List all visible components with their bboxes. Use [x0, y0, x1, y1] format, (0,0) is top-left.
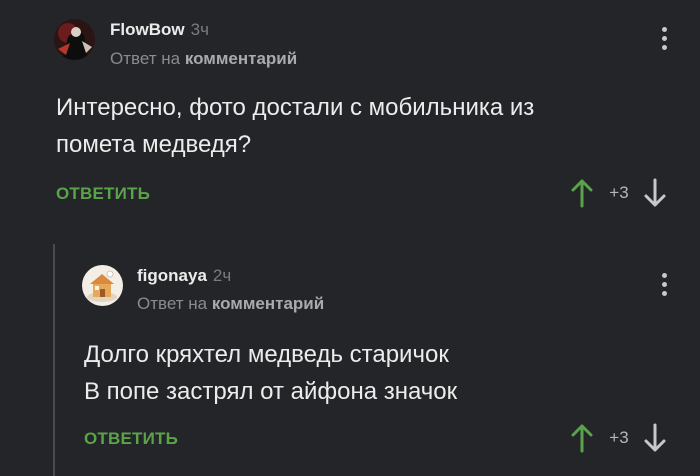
more-options-icon[interactable]: [654, 269, 674, 299]
reply-target-link[interactable]: комментарий: [185, 49, 297, 68]
reply-target-link[interactable]: комментарий: [212, 294, 324, 313]
vote-score: +3: [609, 183, 629, 202]
comment: FlowBow 3ч Ответ на комментарий Интересно…: [0, 0, 700, 230]
avatar[interactable]: [82, 265, 123, 306]
downvote-arrow-icon[interactable]: [644, 423, 666, 453]
vote-controls: +3: [571, 178, 666, 208]
vote-score: +3: [609, 428, 629, 447]
vote-controls: +3: [571, 423, 666, 453]
upvote-arrow-icon[interactable]: [571, 423, 593, 453]
upvote-arrow-icon[interactable]: [571, 178, 593, 208]
more-options-icon[interactable]: [654, 23, 674, 53]
dark-figure-avatar-icon: [54, 19, 95, 60]
comment-reply: figonaya 2ч Ответ на комментарий Долго кр…: [0, 245, 700, 476]
comment-text: Долго кряхтел медведь старичок В попе за…: [84, 341, 458, 405]
comment-author[interactable]: figonaya 2ч: [137, 266, 231, 286]
reply-button[interactable]: ОТВЕТИТЬ: [84, 429, 178, 449]
cartoon-house-avatar-icon: [82, 265, 123, 306]
downvote-arrow-icon[interactable]: [644, 178, 666, 208]
comment-author[interactable]: FlowBow 3ч: [110, 20, 209, 40]
reply-button[interactable]: ОТВЕТИТЬ: [56, 184, 150, 204]
comment-text: Интересно, фото достали с мобильника из …: [56, 94, 535, 158]
reply-to-meta: Ответ на комментарий: [137, 294, 325, 313]
comment-time: 2ч: [212, 266, 232, 285]
comment-time: 3ч: [190, 20, 209, 39]
reply-to-meta: Ответ на комментарий: [110, 49, 298, 68]
avatar[interactable]: [54, 19, 95, 60]
